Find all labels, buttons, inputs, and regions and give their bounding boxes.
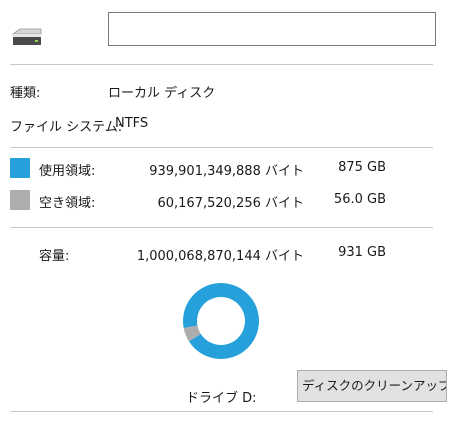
capacity-bytes: 1,000,068,870,144 バイト	[136, 249, 304, 264]
disk-usage-donut-chart	[183, 283, 259, 359]
volume-name-input[interactable]	[108, 12, 436, 46]
disk-properties-general-tab: 種類: ローカル ディスク ファイル システム: NTFS 使用領域: 939,…	[0, 0, 452, 426]
used-space-label: 使用領域:	[39, 164, 96, 179]
capacity-size: 931 GB	[338, 245, 386, 260]
file-system-label: ファイル システム:	[10, 120, 123, 135]
free-space-swatch	[10, 190, 30, 210]
hard-drive-icon	[11, 28, 42, 45]
type-label: 種類:	[10, 86, 41, 101]
drive-label: ドライブ D:	[186, 391, 257, 406]
free-space-size: 56.0 GB	[333, 192, 386, 207]
divider-bottom	[10, 411, 433, 412]
free-space-label: 空き領域:	[39, 196, 96, 211]
used-space-bytes: 939,901,349,888 バイト	[149, 164, 304, 179]
capacity-label: 容量:	[39, 249, 70, 264]
divider-lower	[10, 227, 433, 228]
used-space-size: 875 GB	[338, 160, 386, 175]
donut-slice-used	[183, 283, 259, 359]
used-space-swatch	[10, 158, 30, 178]
divider-middle	[10, 147, 433, 148]
divider-top	[10, 64, 433, 65]
free-space-bytes: 60,167,520,256 バイト	[157, 196, 304, 211]
type-value: ローカル ディスク	[108, 86, 216, 101]
disk-cleanup-button[interactable]: ディスクのクリーンアップ(D)	[297, 370, 447, 402]
file-system-value: NTFS	[115, 116, 149, 131]
